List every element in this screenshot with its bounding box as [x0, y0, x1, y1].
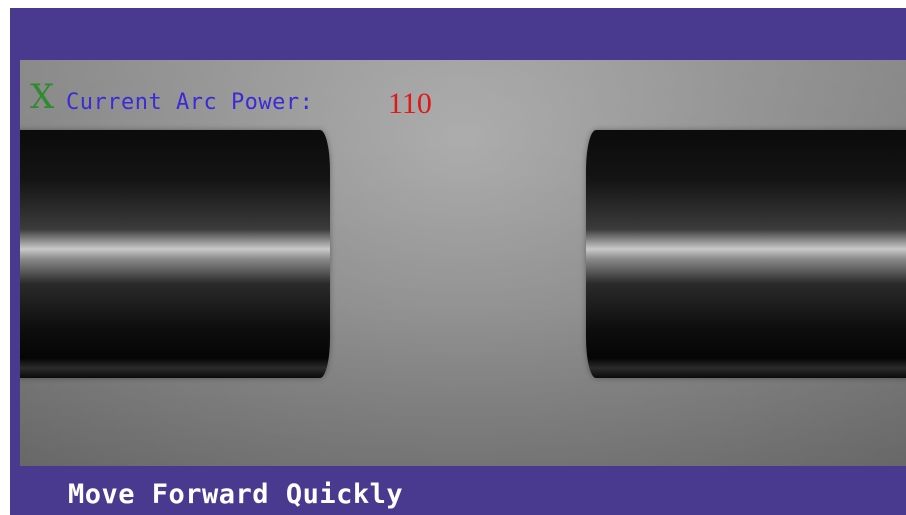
arc-power-label: Current Arc Power:: [66, 90, 314, 115]
left-fiber: [20, 130, 330, 378]
axis-indicator: X: [30, 77, 55, 117]
status-message: Move Forward Quickly: [68, 479, 404, 510]
fiber-camera-view: X Current Arc Power: 110: [20, 60, 906, 466]
right-fiber: [586, 130, 906, 378]
arc-power-value: 110: [388, 87, 432, 120]
splicer-screen: X Current Arc Power: 110 Move Forward Qu…: [10, 8, 906, 515]
